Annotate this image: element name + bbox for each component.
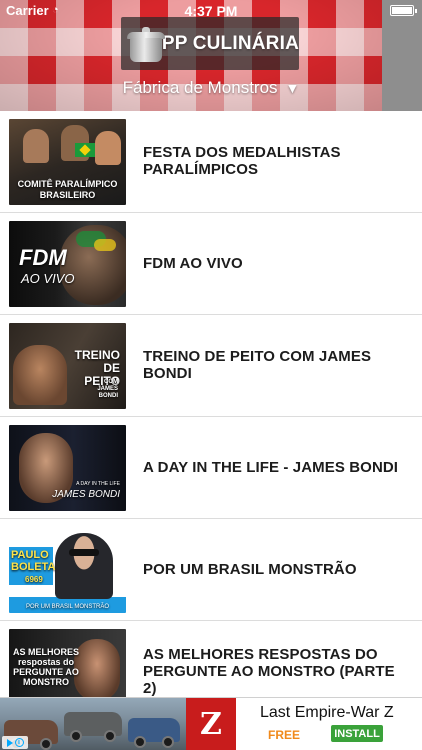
triangle-down-icon: ▼ (285, 80, 300, 96)
thumb-caption: COMITÊ PARALÍMPICO (17, 179, 118, 189)
vehicle-image (128, 718, 180, 748)
video-thumbnail[interactable]: COMITÊ PARALÍMPICO BRASILEIRO (9, 119, 126, 205)
list-item[interactable]: A DAY IN THE LIFE JAMES BONDI A DAY IN T… (0, 417, 422, 519)
install-button[interactable]: INSTALL (331, 725, 383, 742)
channel-name: Fábrica de Monstros (122, 78, 278, 97)
thumb-caption: BRASILEIRO (39, 190, 96, 200)
app-title: APP CULINÁRIA (147, 32, 299, 54)
video-thumbnail[interactable]: A DAY IN THE LIFE JAMES BONDI (9, 425, 126, 511)
ad-price: FREE (268, 728, 301, 742)
brazil-flag-icon (75, 143, 95, 157)
list-item[interactable]: FDM AO VIVO FDM AO VIVO (0, 213, 422, 315)
thumb-caption: 6969 (25, 575, 43, 584)
list-item[interactable]: COMITÊ PARALÍMPICO BRASILEIRO FESTA DOS M… (0, 111, 422, 213)
thumb-caption: FDM (19, 245, 67, 270)
thumb-caption: AS MELHORES respostas do PERGUNTE AO MON… (13, 647, 80, 687)
channel-selector[interactable]: Fábrica de Monstros ▼ (0, 78, 422, 98)
ad-app-icon[interactable]: Z (186, 698, 236, 750)
video-title: A DAY IN THE LIFE - JAMES BONDI (143, 458, 399, 476)
thumb-caption: JAMES BONDI (52, 489, 120, 500)
thumb-caption: PAULO BOLETA (11, 549, 56, 573)
video-title: POR UM BRASIL MONSTRÃO (143, 560, 357, 578)
video-title: TREINO DE PEITO COM JAMES BONDI (143, 348, 372, 382)
ad-artwork[interactable]: i (0, 698, 186, 750)
thumb-caption: AO VIVO (21, 271, 75, 286)
thumb-caption: COM JAMES BONDI (97, 379, 118, 399)
video-title: FDM AO VIVO (143, 254, 243, 272)
thumb-caption: POR UM BRASIL MONSTRÃO (25, 604, 110, 610)
pot-icon (127, 24, 165, 64)
video-thumbnail[interactable]: PAULO BOLETA 6969 POR UM BRASIL MONSTRÃO (9, 527, 126, 613)
ad-banner[interactable]: i Z Last Empire-War Z FREE INSTALL (0, 697, 422, 750)
video-title: FESTA DOS MEDALHISTAS PARALÍMPICOS (143, 144, 341, 178)
app-header: Carrier ◔ 4:37 PM APP CULINÁRIA Fábrica … (0, 0, 422, 111)
video-thumbnail[interactable]: FDM AO VIVO (9, 221, 126, 307)
video-thumbnail[interactable]: TREINO DE PEITO COM JAMES BONDI (9, 323, 126, 409)
ad-title[interactable]: Last Empire-War Z (260, 704, 394, 722)
app-logo: APP CULINÁRIA (121, 17, 299, 70)
battery-icon (390, 5, 417, 16)
adchoices-icon[interactable]: i (2, 736, 28, 749)
list-item[interactable]: PAULO BOLETA 6969 POR UM BRASIL MONSTRÃO… (0, 519, 422, 621)
thumb-caption: A DAY IN THE LIFE (76, 481, 120, 487)
list-item[interactable]: TREINO DE PEITO COM JAMES BONDI TREINO D… (0, 315, 422, 417)
vehicle-image (64, 712, 122, 742)
